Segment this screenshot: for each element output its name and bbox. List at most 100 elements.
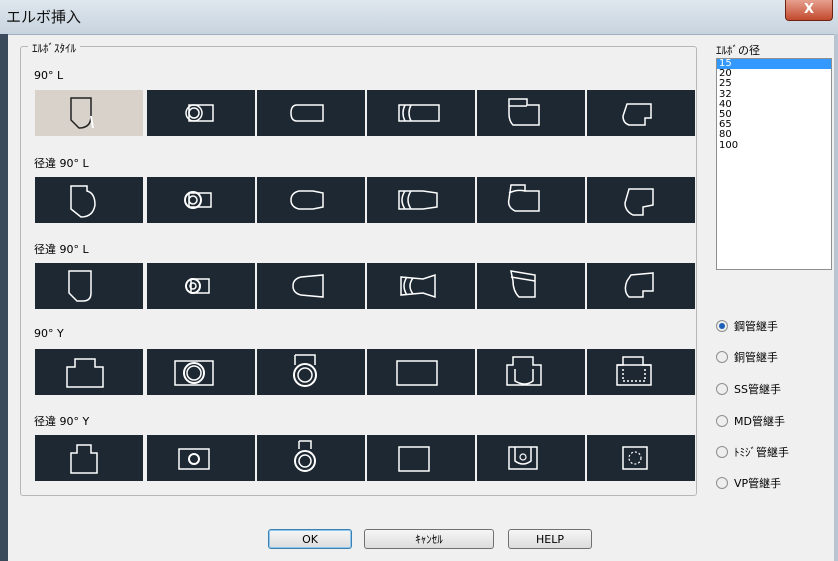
diameter-option[interactable]: 100 [717,140,831,151]
elbow-90l-icon [398,104,440,122]
elbow-style-tile[interactable] [147,177,255,223]
diameter-list-label: ｴﾙﾎﾞの径 [716,44,760,57]
elbow-style-tile[interactable] [147,349,255,395]
reducing-elbow-90y-icon [508,446,538,470]
reducing-elbow-90l-icon [70,185,96,218]
diameter-option[interactable]: 50 [717,109,831,120]
elbow-style-tile[interactable] [147,435,255,481]
reducing-elbow-90y-icon [294,440,316,472]
reducing-elbow-90l-icon [624,188,654,216]
help-button[interactable]: HELP [508,529,592,549]
radio-md-fitting[interactable]: MD管継手 [716,413,785,429]
radio-copper-fitting[interactable]: 銅管継手 [716,349,778,365]
cancel-button[interactable]: ｷｬﾝｾﾙ [364,529,494,549]
elbow-style-tile[interactable] [257,349,365,395]
ok-button[interactable]: OK [268,529,352,549]
reducing-elbow-90y-icon [178,448,210,470]
elbow-style-tile[interactable] [367,263,475,309]
reducing-elbow-90y-icon [398,446,430,472]
reducing-elbow-90l-icon [185,278,210,294]
row-label-reducing-90l-2: 径違 90° L [34,243,89,256]
elbow-style-tile[interactable] [35,435,143,481]
diameter-option[interactable]: 25 [717,79,831,89]
reducing-elbow-90l-icon [624,272,654,298]
radio-label: VP管継手 [734,477,782,490]
elbow-style-tile[interactable] [35,263,143,309]
radio-ss-fitting[interactable]: SS管継手 [716,381,781,397]
elbow-90l-icon [508,98,540,126]
row-label-90l: 90° L [34,69,64,82]
elbow-style-tile[interactable] [147,90,255,136]
elbow-style-tile[interactable] [257,90,365,136]
elbow-style-tile[interactable] [477,177,585,223]
elbow-90l-icon [290,104,324,122]
elbow-90y-icon [66,358,104,388]
diameter-option[interactable]: 20 [717,69,831,79]
window-right-edge [834,34,838,561]
diameter-option[interactable]: 80 [717,130,831,140]
radio-indicator[interactable] [716,351,728,363]
elbow-style-tile[interactable] [367,349,475,395]
elbow-90l-icon [622,103,652,126]
elbow-style-tile[interactable] [367,177,475,223]
elbow-style-tile[interactable] [147,263,255,309]
elbow-style-tile[interactable] [587,349,695,395]
reducing-elbow-90l-icon [398,190,438,210]
elbow-style-group-label: ｴﾙﾎﾞｽﾀｲﾙ [28,40,80,56]
elbow-style-tile[interactable] [477,349,585,395]
row-label-reducing-90y: 径違 90° Y [34,415,90,428]
radio-label: ﾄﾐｼﾞ管継手 [734,446,789,459]
radio-label: 鋼管継手 [734,320,778,333]
elbow-90y-icon [293,354,317,387]
radio-label: MD管継手 [734,415,785,428]
reducing-elbow-90l-icon [292,274,324,298]
elbow-style-tile[interactable] [477,435,585,481]
radio-tomiji-fitting[interactable]: ﾄﾐｼﾞ管継手 [716,444,789,460]
reducing-elbow-90y-icon [70,444,98,474]
elbow-style-tile[interactable] [367,90,475,136]
elbow-90y-icon [396,360,438,386]
reducing-elbow-90l-icon [290,190,324,210]
elbow-style-tile[interactable] [257,435,365,481]
title-bar: エルボ挿入 X [0,0,838,35]
elbow-style-tile[interactable] [587,435,695,481]
diameter-option[interactable]: 32 [717,89,831,100]
radio-indicator[interactable] [716,446,728,458]
elbow-style-tile[interactable] [35,349,143,395]
elbow-style-tile[interactable] [587,177,695,223]
elbow-style-tile[interactable] [257,263,365,309]
diameter-option[interactable]: 15 [717,58,831,70]
row-label-90y: 90° Y [34,327,64,340]
elbow-style-tile[interactable] [257,177,365,223]
diameter-option[interactable]: 65 [717,120,831,130]
elbow-90y-icon [506,356,542,386]
elbow-90y-icon [174,360,214,386]
radio-label: 銅管継手 [734,351,778,364]
window-left-edge [0,34,8,561]
reducing-elbow-90l-icon [68,270,92,302]
radio-indicator[interactable] [716,415,728,427]
elbow-style-tile[interactable] [477,263,585,309]
elbow-style-tile[interactable] [367,435,475,481]
radio-indicator[interactable] [716,477,728,489]
reducing-elbow-90l-icon [507,184,540,212]
window-title: エルボ挿入 [6,8,82,26]
radio-vp-fitting[interactable]: VP管継手 [716,475,781,491]
elbow-90y-icon [616,356,652,386]
elbow-style-tile[interactable] [477,90,585,136]
diameter-listbox[interactable]: 15 20 25 32 40 50 65 80 100 [716,58,832,270]
diameter-option[interactable]: 40 [717,99,831,110]
reducing-elbow-90y-icon [622,446,648,470]
elbow-90l-icon [70,97,94,129]
elbow-style-tile[interactable] [35,177,143,223]
radio-steel-fitting[interactable]: 鋼管継手 [716,318,778,334]
reducing-elbow-90l-icon [184,191,212,209]
elbow-style-tile[interactable] [587,90,695,136]
radio-indicator[interactable] [716,383,728,395]
elbow-style-tile[interactable] [587,263,695,309]
close-button[interactable]: X [785,0,833,21]
elbow-style-tile[interactable] [35,90,143,136]
radio-indicator[interactable] [716,320,728,332]
radio-label: SS管継手 [734,383,781,396]
reducing-elbow-90l-icon [400,273,436,299]
